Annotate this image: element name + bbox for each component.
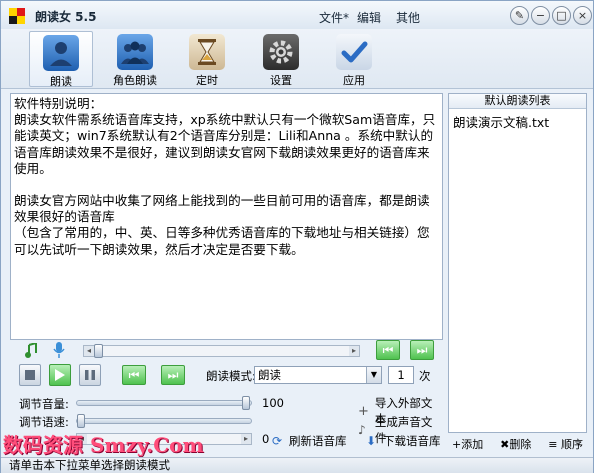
main-toolbar: 朗读 角色朗读 定时 设置 应用 bbox=[1, 29, 593, 89]
tool-read-label: 朗读 bbox=[50, 75, 72, 88]
tool-settings[interactable]: 设置 bbox=[249, 31, 313, 87]
read-mode-value: 朗读 bbox=[258, 368, 281, 382]
refresh-library-button[interactable]: ⟳ 刷新语音库 bbox=[272, 433, 347, 449]
tool-apply[interactable]: 应用 bbox=[322, 31, 386, 87]
refresh-icon: ⟳ bbox=[272, 433, 283, 448]
pause-icon bbox=[85, 370, 95, 380]
speed-thumb[interactable] bbox=[77, 414, 85, 428]
tool-apply-label: 应用 bbox=[343, 74, 365, 87]
play-icon bbox=[55, 369, 65, 381]
pin-icon: ✎ bbox=[514, 9, 525, 22]
microphone-icon[interactable] bbox=[53, 341, 65, 359]
skip-forward-icon: ⏭ bbox=[167, 367, 179, 382]
maximize-icon: □ bbox=[556, 9, 567, 22]
music-note-icon[interactable] bbox=[24, 343, 38, 359]
list-delete-button[interactable]: ✖删除 bbox=[500, 436, 531, 452]
skip-back-icon: ⏮ bbox=[128, 367, 140, 382]
tool-timer-label: 定时 bbox=[196, 74, 218, 87]
text-paragraph: 朗读女官方网站中收集了网络上能找到的一些目前可用的语音库，都是朗读效果很好的语音… bbox=[14, 193, 430, 225]
text-paragraph: 朗读女软件需系统语音库支持，xp系统中默认只有一个微软Sam语音库，只能读英文；… bbox=[14, 112, 436, 176]
menu-edit[interactable]: 编辑 bbox=[357, 9, 381, 26]
volume-slider[interactable] bbox=[76, 396, 252, 410]
speed-value: 0 bbox=[262, 432, 270, 446]
scroll-right-arrow[interactable]: ▸ bbox=[241, 434, 251, 444]
tool-timer[interactable]: 定时 bbox=[175, 31, 239, 87]
minimize-icon: − bbox=[535, 9, 546, 22]
volume-label: 调节音量: bbox=[19, 397, 69, 411]
prev-track-button[interactable]: ⏮ bbox=[376, 340, 400, 360]
download-library-button[interactable]: ⬇ 下载语音库 bbox=[366, 433, 441, 449]
volume-thumb[interactable] bbox=[242, 396, 250, 410]
skip-forward-icon: ⏭ bbox=[416, 342, 428, 357]
gear-icon bbox=[263, 34, 299, 70]
tool-role-read-label: 角色朗读 bbox=[113, 74, 157, 87]
next-track-button[interactable]: ⏭ bbox=[410, 340, 434, 360]
speed-slider[interactable] bbox=[76, 414, 252, 428]
progress-scrollbar[interactable]: ◂ ▸ bbox=[83, 344, 360, 358]
pause-button[interactable] bbox=[79, 364, 101, 386]
list-footer: +添加 ✖删除 ≡ 顺序 bbox=[448, 433, 587, 455]
read-list-header: 默认朗读列表 bbox=[449, 94, 586, 109]
pin-button[interactable]: ✎ bbox=[510, 6, 529, 25]
download-library-label: 下载语音库 bbox=[383, 434, 441, 448]
app-logo-icon bbox=[9, 8, 25, 24]
list-item[interactable]: 朗读演示文稿.txt bbox=[449, 109, 586, 134]
tool-read[interactable]: 朗读 bbox=[29, 31, 93, 88]
maximize-button[interactable]: □ bbox=[552, 6, 571, 25]
text-paragraph: 软件特别说明： bbox=[14, 96, 103, 111]
list-add-button[interactable]: +添加 bbox=[452, 436, 483, 452]
status-bar: 请单击本下拉菜单选择朗读模式 bbox=[1, 457, 593, 473]
hourglass-icon bbox=[189, 34, 225, 70]
prev-sentence-button[interactable]: ⏮ bbox=[122, 365, 146, 385]
next-sentence-button[interactable]: ⏭ bbox=[161, 365, 185, 385]
text-paragraph: （包含了常用的，中、英、日等多种优秀语音库的下载地址与相关链接）您可以先试听一下… bbox=[14, 225, 430, 257]
tool-role-read[interactable]: 角色朗读 bbox=[103, 31, 167, 87]
skip-back-icon: ⏮ bbox=[382, 342, 394, 357]
refresh-library-label: 刷新语音库 bbox=[289, 434, 347, 448]
tool-settings-label: 设置 bbox=[270, 74, 292, 87]
app-title: 朗读女 5.5 bbox=[35, 10, 97, 24]
download-icon: ⬇ bbox=[366, 433, 377, 448]
progress-thumb[interactable] bbox=[94, 344, 103, 358]
read-mode-select[interactable]: 朗读 ▼ bbox=[254, 366, 382, 384]
minimize-button[interactable]: − bbox=[531, 6, 550, 25]
site-watermark: 数码资源 Smzy.Com bbox=[3, 433, 204, 457]
group-icon bbox=[117, 34, 153, 70]
close-icon: × bbox=[577, 9, 588, 22]
scroll-right-arrow[interactable]: ▸ bbox=[349, 346, 359, 356]
scroll-left-arrow[interactable]: ◂ bbox=[84, 346, 94, 356]
repeat-count-input[interactable]: 1 bbox=[388, 366, 414, 384]
speed-label: 调节语速: bbox=[19, 415, 69, 429]
play-button[interactable] bbox=[49, 364, 71, 386]
stop-icon bbox=[25, 370, 35, 380]
stop-button[interactable] bbox=[19, 364, 41, 386]
repeat-count-unit: 次 bbox=[419, 369, 431, 383]
close-button[interactable]: × bbox=[573, 6, 592, 25]
person-icon bbox=[43, 35, 79, 71]
chevron-down-icon[interactable]: ▼ bbox=[366, 367, 381, 383]
read-list-panel: 默认朗读列表 朗读演示文稿.txt bbox=[448, 93, 587, 433]
menu-other[interactable]: 其他 bbox=[396, 9, 420, 26]
read-text-editor[interactable]: 软件特别说明： 朗读女软件需系统语音库支持，xp系统中默认只有一个微软Sam语音… bbox=[10, 93, 443, 340]
volume-value: 100 bbox=[262, 396, 284, 410]
title-bar: 朗读女 5.5 文件* 编辑 其他 ✎ − □ × bbox=[1, 1, 593, 29]
check-icon bbox=[336, 34, 372, 70]
list-order-button[interactable]: ≡ 顺序 bbox=[548, 436, 583, 452]
app-window: 朗读女 5.5 文件* 编辑 其他 ✎ − □ × 朗读 角色朗读 定时 设置 … bbox=[0, 0, 594, 473]
menu-file[interactable]: 文件* bbox=[319, 9, 349, 26]
read-mode-label: 朗读模式: bbox=[206, 369, 256, 383]
